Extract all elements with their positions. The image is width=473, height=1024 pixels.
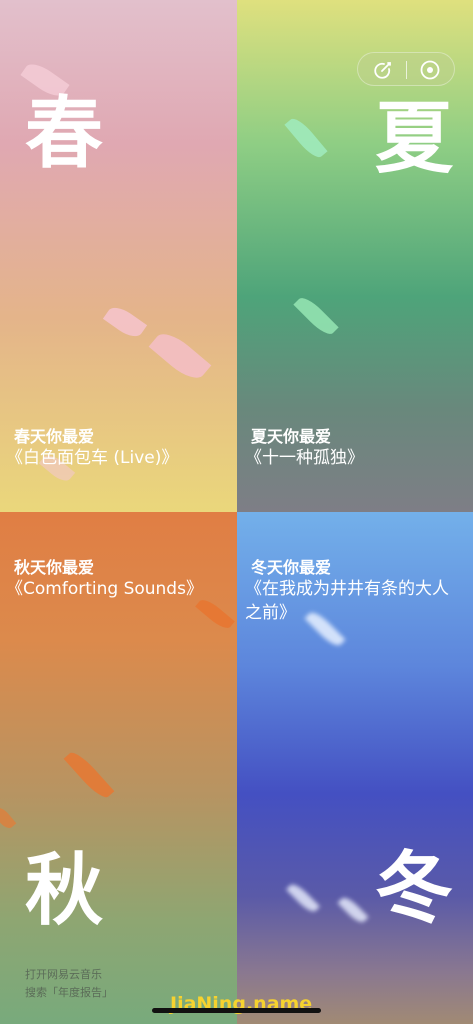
leaf-decoration [63,748,115,802]
snow-decoration [286,881,320,915]
snow-decoration [337,894,369,926]
leaf-decoration [0,804,17,832]
petal-decoration [102,302,148,342]
favorite-song: 《Comforting Sounds》 [6,579,203,599]
favorite-song-line2: 之前》 [245,603,296,623]
season-title: 冬 [375,844,454,934]
capsule-divider [406,61,407,79]
favorite-label: 春天你最爱 [14,427,95,446]
favorite-label: 秋天你最爱 [14,558,95,577]
favorite-song-line1: 《在我成为井井有条的大人 [245,579,449,599]
winter-panel: 冬天你最爱 《在我成为井井有条的大人 之前》 冬 [237,512,473,1024]
leaf-decoration [284,114,328,162]
leaf-decoration [195,595,235,633]
share-button[interactable] [372,59,394,81]
petal-decoration [148,326,212,386]
season-title: 夏 [375,94,454,184]
leaf-decoration [293,293,339,339]
favorite-label: 夏天你最爱 [251,427,332,446]
season-title: 秋 [25,846,104,936]
favorite-song: 《白色面包车 (Live)》 [6,448,179,468]
close-button[interactable] [419,59,441,81]
season-title: 春 [25,89,104,179]
favorite-song: 《十一种孤独》 [245,448,364,468]
autumn-panel: 秋天你最爱 《Comforting Sounds》 秋 [0,512,237,1024]
capsule-menu [357,52,455,86]
footer-hint-line2: 搜索「年度报告」 [25,986,113,999]
target-close-icon [420,60,440,80]
spring-panel: 春 春天你最爱 《白色面包车 (Live)》 [0,0,237,512]
share-arrow-icon [374,62,391,79]
home-indicator[interactable] [152,1008,321,1013]
favorite-label: 冬天你最爱 [251,558,332,577]
snow-decoration [304,608,346,650]
footer-hint-line1: 打开网易云音乐 [25,968,102,981]
